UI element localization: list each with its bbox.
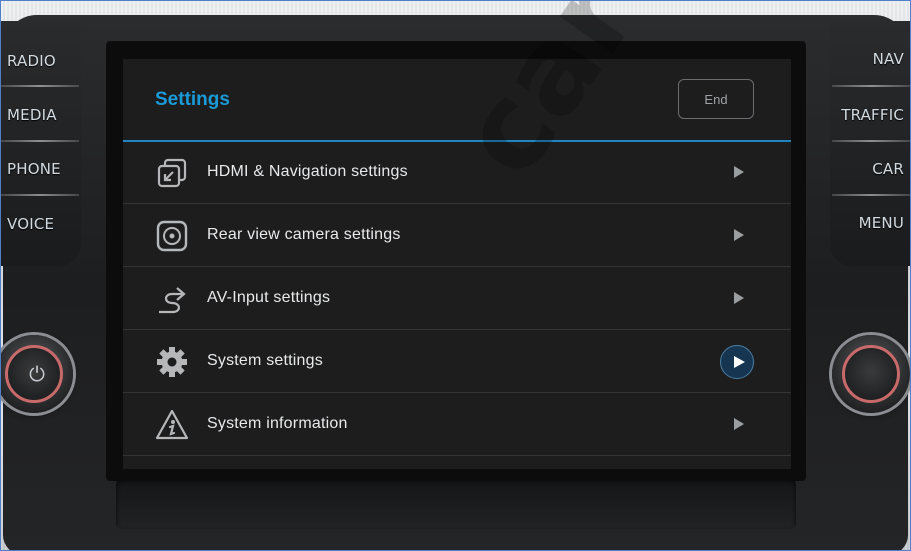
- gear-icon: [157, 347, 187, 377]
- traffic-button[interactable]: TRAFFIC: [826, 89, 910, 141]
- menu-item-label: Rear view camera settings: [207, 226, 401, 243]
- av-input-icon: [159, 287, 186, 314]
- menu-item-rear-camera[interactable]: Rear view camera settings: [123, 205, 791, 267]
- menu-item-system-information[interactable]: System information: [123, 394, 791, 456]
- media-button[interactable]: MEDIA: [1, 89, 85, 141]
- bottom-trim: [116, 479, 796, 529]
- screen-header: Settings End: [123, 59, 791, 142]
- menu-item-hdmi-navigation[interactable]: HDMI & Navigation settings: [123, 142, 791, 204]
- menu-item-label: AV-Input settings: [207, 289, 331, 306]
- chevron-right-icon: [734, 166, 744, 178]
- menu-item-label: System settings: [207, 352, 323, 369]
- nav-button[interactable]: NAV: [826, 33, 910, 85]
- menu-button[interactable]: MENU: [826, 197, 910, 249]
- button-divider: [832, 85, 910, 87]
- chevron-right-icon: [734, 229, 744, 241]
- button-divider: [832, 194, 910, 196]
- camera-icon: [156, 220, 188, 252]
- info-warning-icon: [155, 409, 189, 440]
- end-button[interactable]: End: [678, 79, 754, 119]
- tune-scroll-knob[interactable]: [832, 335, 910, 413]
- knob-ring: ⏻: [5, 345, 63, 403]
- selected-arrow-icon: [720, 345, 754, 379]
- menu-item-av-input[interactable]: AV-Input settings: [123, 268, 791, 330]
- screenshot-frame: RADIO MEDIA PHONE VOICE NAV TRAFFIC CAR …: [0, 0, 911, 551]
- menu-item-label: System information: [207, 415, 348, 432]
- radio-button[interactable]: RADIO: [1, 35, 85, 87]
- chevron-right-icon: [734, 418, 744, 430]
- phone-button[interactable]: PHONE: [1, 143, 85, 195]
- car-button[interactable]: CAR: [826, 143, 910, 195]
- chevron-right-icon: [734, 292, 744, 304]
- hdmi-navigation-icon: [157, 158, 187, 188]
- page-title: Settings: [155, 89, 230, 110]
- voice-button[interactable]: VOICE: [1, 198, 85, 250]
- power-icon: ⏻: [29, 362, 45, 386]
- knob-ring: [842, 345, 900, 403]
- menu-item-label: HDMI & Navigation settings: [207, 163, 408, 180]
- button-divider: [1, 140, 79, 142]
- display-screen: Settings End HDMI & Navigation settings …: [123, 59, 791, 469]
- button-divider: [832, 140, 910, 142]
- button-divider: [1, 194, 79, 196]
- button-divider: [1, 85, 79, 87]
- menu-item-system-settings[interactable]: System settings: [123, 331, 791, 393]
